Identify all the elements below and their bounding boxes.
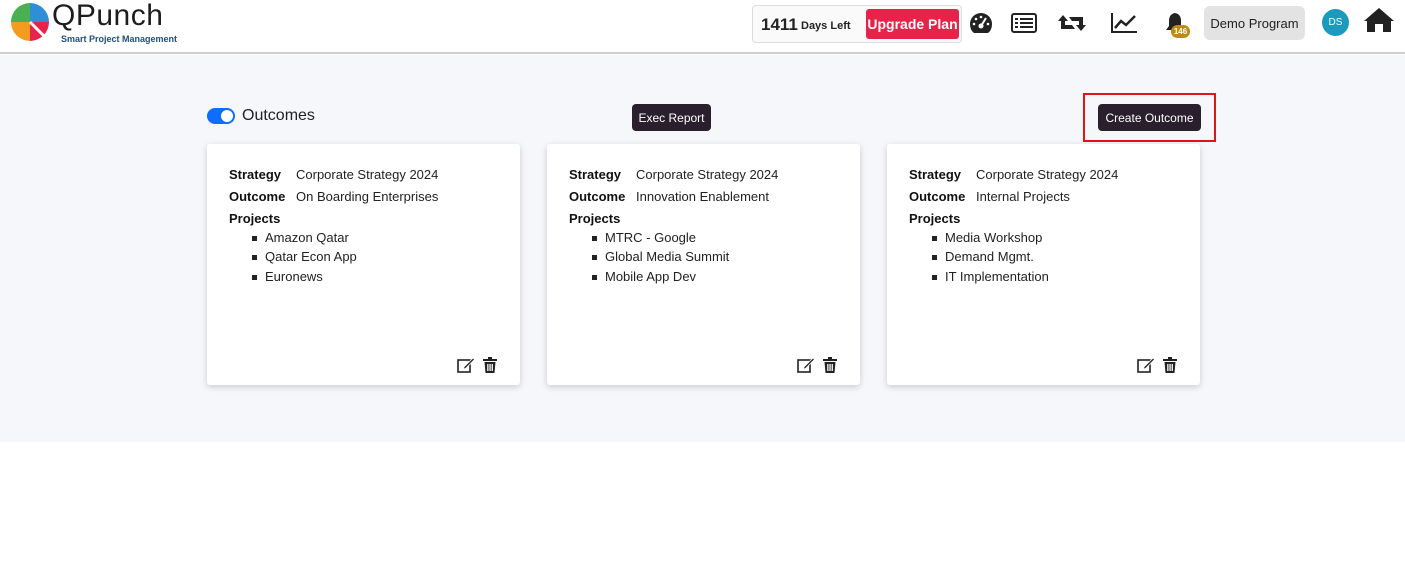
project-item: Euronews — [252, 269, 357, 288]
projects-label: Projects — [909, 211, 961, 226]
outcome-label: Outcome — [569, 189, 626, 204]
upgrade-plan-button[interactable]: Upgrade Plan — [866, 9, 959, 39]
project-item: IT Implementation — [932, 269, 1049, 288]
dashboard-icon[interactable] — [966, 9, 996, 37]
outcome-label: Outcome — [909, 189, 966, 204]
notification-badge: 146 — [1171, 25, 1190, 38]
projects-list: Amazon Qatar Qatar Econ App Euronews — [252, 230, 357, 288]
edit-icon[interactable] — [457, 357, 475, 373]
list-icon[interactable] — [1009, 9, 1039, 37]
project-item: Qatar Econ App — [252, 249, 357, 268]
project-item: MTRC - Google — [591, 230, 729, 249]
edit-icon[interactable] — [1137, 357, 1155, 373]
outcome-card: Strategy Corporate Strategy 2024 Outcome… — [887, 144, 1200, 385]
outcome-value: Innovation Enablement — [636, 189, 769, 204]
projects-list: MTRC - Google Global Media Summit Mobile… — [591, 230, 729, 288]
trial-status: 1411 Days Left Upgrade Plan — [752, 5, 962, 43]
outcome-card: Strategy Corporate Strategy 2024 Outcome… — [547, 144, 860, 385]
project-item: Media Workshop — [932, 230, 1049, 249]
main-content: Outcomes Exec Report Create Outcome Stra… — [0, 55, 1405, 442]
top-navbar: QPunch Smart Project Management 1411 Day… — [0, 0, 1405, 54]
create-outcome-button[interactable]: Create Outcome — [1098, 104, 1201, 131]
outcomes-title: Outcomes — [242, 107, 315, 124]
brand-tagline: Smart Project Management — [61, 34, 178, 44]
project-item: Demand Mgmt. — [932, 249, 1049, 268]
projects-label: Projects — [569, 211, 621, 226]
program-selector-button[interactable]: Demo Program — [1204, 6, 1305, 40]
strategy-label: Strategy — [909, 167, 962, 182]
trash-icon[interactable] — [1163, 357, 1177, 373]
strategy-label: Strategy — [569, 167, 622, 182]
outcome-card: Strategy Corporate Strategy 2024 Outcome… — [207, 144, 520, 385]
days-left-count: 1411 — [761, 15, 798, 34]
project-item: Mobile App Dev — [591, 269, 729, 288]
chart-line-icon[interactable] — [1109, 9, 1139, 37]
brand-name: QPunch — [52, 0, 164, 32]
user-avatar[interactable]: DS — [1322, 9, 1349, 36]
outcomes-toggle[interactable] — [207, 108, 235, 124]
projects-list: Media Workshop Demand Mgmt. IT Implement… — [932, 230, 1049, 288]
days-left-label: Days Left — [801, 20, 851, 32]
retweet-icon[interactable] — [1057, 9, 1087, 37]
home-icon[interactable] — [1362, 6, 1396, 34]
strategy-label: Strategy — [229, 167, 282, 182]
outcome-value: Internal Projects — [976, 189, 1070, 204]
strategy-value: Corporate Strategy 2024 — [636, 167, 779, 182]
edit-icon[interactable] — [797, 357, 815, 373]
outcome-label: Outcome — [229, 189, 286, 204]
outcome-value: On Boarding Enterprises — [296, 189, 439, 204]
projects-label: Projects — [229, 211, 281, 226]
trash-icon[interactable] — [483, 357, 497, 373]
project-item: Amazon Qatar — [252, 230, 357, 249]
toggle-knob — [221, 110, 233, 122]
strategy-value: Corporate Strategy 2024 — [976, 167, 1119, 182]
trash-icon[interactable] — [823, 357, 837, 373]
project-item: Global Media Summit — [591, 249, 729, 268]
qpunch-logo-icon[interactable] — [10, 2, 50, 42]
exec-report-button[interactable]: Exec Report — [632, 104, 711, 131]
strategy-value: Corporate Strategy 2024 — [296, 167, 439, 182]
